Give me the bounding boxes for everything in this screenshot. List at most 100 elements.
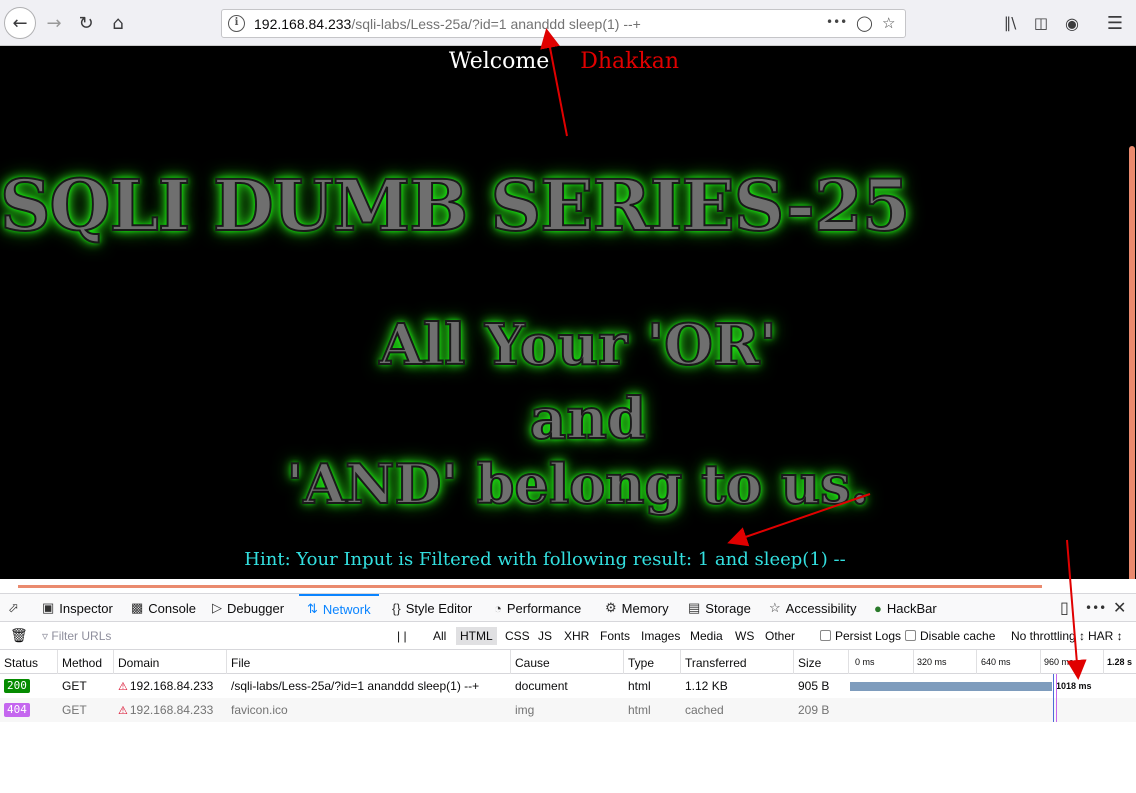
page-scrollbar[interactable] [1128, 46, 1136, 626]
style-editor-icon: {} [392, 600, 401, 616]
url-text[interactable]: 192.168.84.233/sqli-labs/Less-25a/?id=1 … [254, 16, 641, 32]
request-size: 209 B [798, 703, 830, 717]
scrollbar-thumb[interactable] [1129, 146, 1135, 626]
tab-storage[interactable]: ▤ Storage [688, 594, 751, 622]
menu-icon[interactable]: ☰ [1101, 9, 1129, 37]
devtools-panel: ⬀ ▣ Inspector ▩ Console ▷ Debugger ⇅ Network… [0, 593, 1136, 793]
col-file[interactable]: File [231, 656, 250, 670]
welcome-text: Welcome [448, 49, 550, 74]
filter-fonts[interactable]: Fonts [600, 629, 630, 643]
insecure-lock-icon: ⚠ [118, 681, 128, 693]
console-icon: ▩ [131, 600, 144, 615]
request-method: GET [62, 703, 87, 717]
col-status[interactable]: Status [4, 656, 38, 670]
request-file: /sqli-labs/Less-25a/?id=1 ananddd sleep(… [231, 679, 480, 693]
browser-toolbar: ← → ↻ ⌂ i 192.168.84.233/sqli-labs/Less-… [0, 0, 1136, 46]
devtools-splitter[interactable] [18, 585, 1042, 588]
col-cause[interactable]: Cause [515, 656, 550, 670]
request-file: favicon.ico [231, 703, 288, 717]
request-domain: ⚠ 192.168.84.233 [118, 703, 214, 717]
tab-debugger[interactable]: ▷ Debugger [212, 594, 284, 622]
info-icon[interactable]: i [228, 15, 245, 32]
timeline-tick: 320 ms [917, 657, 947, 667]
request-transferred: 1.12 KB [685, 679, 728, 693]
timeline-tick: 960 ms [1044, 657, 1074, 667]
persist-logs-checkbox[interactable]: Persist Logs [820, 629, 901, 643]
close-devtools-icon[interactable]: ✕ [1113, 598, 1126, 617]
request-cause: img [515, 703, 535, 717]
element-picker-icon[interactable]: ⬀ [8, 594, 19, 622]
insecure-lock-icon: ⚠ [118, 705, 128, 717]
slogan-line-1: All Your 'OR' [378, 311, 777, 379]
tab-console[interactable]: ▩ Console [131, 594, 196, 622]
filter-all[interactable]: All [433, 629, 446, 643]
filter-js[interactable]: JS [538, 629, 552, 643]
timeline-tick: 1.28 s [1107, 657, 1133, 667]
hint-text: Hint: Your Input is Filtered with follow… [244, 549, 846, 570]
throttling-select[interactable]: No throttling ↕ [1011, 629, 1085, 643]
request-cause: document [515, 679, 568, 693]
hackbar-icon: ● [874, 600, 882, 616]
filter-images[interactable]: Images [641, 629, 680, 643]
disable-cache-checkbox[interactable]: Disable cache [905, 629, 995, 643]
col-size[interactable]: Size [798, 656, 821, 670]
table-row[interactable]: 200 GET ⚠ 192.168.84.233 /sqli-labs/Less-… [0, 674, 1136, 698]
more-options-icon[interactable]: ••• [1085, 601, 1106, 615]
col-transferred[interactable]: Transferred [685, 656, 747, 670]
load-line [1056, 674, 1057, 722]
reload-icon[interactable]: ↻ [72, 9, 100, 37]
tab-inspector[interactable]: ▣ Inspector [42, 594, 113, 622]
network-toolbar: 🗑 ▿ Filter URLs | | All HTML CSS JS XHR … [0, 622, 1136, 650]
back-arrow-icon[interactable]: ← [4, 7, 36, 39]
performance-icon: ◔ [494, 600, 502, 616]
request-transferred: cached [685, 703, 724, 717]
tab-accessibility[interactable]: ☆ Accessibility [769, 594, 856, 622]
filter-urls-input[interactable]: ▿ Filter URLs [42, 629, 111, 643]
bookmark-star-icon[interactable]: ☆ [882, 14, 895, 32]
filter-css[interactable]: CSS [505, 629, 530, 643]
tab-performance[interactable]: ◔ Performance [494, 594, 581, 622]
pause-icon[interactable]: | | [397, 629, 407, 643]
forward-arrow-icon[interactable]: → [40, 9, 68, 37]
filter-ws[interactable]: WS [735, 629, 754, 643]
tab-style-editor[interactable]: {} Style Editor [392, 594, 472, 622]
slogan-line-2: and [529, 385, 647, 453]
sidebar-icon[interactable]: ◫ [1027, 9, 1055, 37]
table-row[interactable]: 404 GET ⚠ 192.168.84.233 favicon.ico img … [0, 698, 1136, 722]
filter-media[interactable]: Media [690, 629, 723, 643]
filter-other[interactable]: Other [765, 629, 795, 643]
accessibility-icon: ☆ [769, 600, 781, 615]
account-icon[interactable]: ◉ [1058, 9, 1086, 37]
home-icon[interactable]: ⌂ [104, 9, 132, 37]
pocket-icon[interactable]: ◯ [856, 14, 873, 32]
memory-icon: ⚙ [605, 600, 617, 615]
page-actions-icon[interactable]: ••• [826, 15, 847, 29]
dom-content-loaded-line [1053, 674, 1054, 722]
filter-html[interactable]: HTML [456, 627, 497, 645]
storage-icon: ▤ [688, 600, 701, 615]
timeline-tick: 640 ms [981, 657, 1011, 667]
network-icon: ⇅ [307, 601, 318, 616]
clear-trash-icon[interactable]: 🗑 [10, 627, 28, 644]
url-bar[interactable]: i 192.168.84.233/sqli-labs/Less-25a/?id=… [221, 9, 906, 38]
col-type[interactable]: Type [628, 656, 654, 670]
tab-hackbar[interactable]: ● HackBar [874, 594, 937, 622]
request-type: html [628, 679, 651, 693]
status-badge: 200 [4, 679, 30, 693]
filter-xhr[interactable]: XHR [564, 629, 589, 643]
col-domain[interactable]: Domain [118, 656, 159, 670]
devtools-tabbar: ⬀ ▣ Inspector ▩ Console ▷ Debugger ⇅ Network… [0, 594, 1136, 622]
tab-memory[interactable]: ⚙ Memory [605, 594, 669, 622]
filter-icon: ▿ [42, 629, 49, 643]
status-badge: 404 [4, 703, 30, 717]
library-icon[interactable]: ∥\ [996, 9, 1024, 37]
responsive-mode-icon[interactable]: ▯ [1060, 598, 1069, 617]
request-domain: ⚠ 192.168.84.233 [118, 679, 214, 693]
tab-network[interactable]: ⇅ Network [299, 594, 379, 622]
har-menu[interactable]: HAR ↕ [1088, 629, 1123, 643]
debugger-icon: ▷ [212, 600, 222, 615]
request-method: GET [62, 679, 87, 693]
slogan-line-3: 'AND' belong to us. [286, 451, 871, 517]
col-method[interactable]: Method [62, 656, 102, 670]
timeline-tick: 0 ms [855, 657, 875, 667]
